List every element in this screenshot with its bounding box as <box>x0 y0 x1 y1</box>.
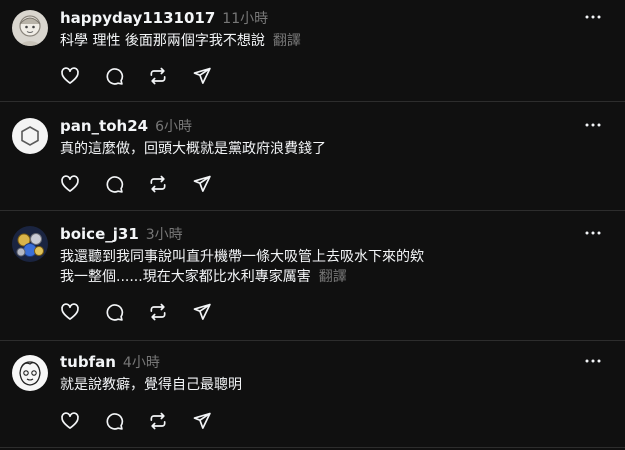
reply-button[interactable] <box>102 172 126 196</box>
avatar[interactable] <box>12 10 48 46</box>
send-icon <box>193 67 211 84</box>
comment-post: pan_toh24 6小時 真的這麼做，回頭大概就是黨政府浪費錢了 <box>0 101 625 211</box>
repost-button[interactable] <box>146 300 170 324</box>
comment-line: 我還聽到我同事說叫直升機帶一條大吸管上去吸水下來的欸 <box>60 249 424 265</box>
repost-icon <box>150 412 166 430</box>
repost-button[interactable] <box>146 172 170 196</box>
more-options-icon[interactable] <box>583 118 603 132</box>
more-options-icon[interactable] <box>583 10 603 24</box>
avatar[interactable] <box>12 118 48 154</box>
comment-bubble-icon <box>106 413 124 430</box>
repost-icon <box>150 303 166 321</box>
username-link[interactable]: happyday1131017 <box>60 9 215 27</box>
action-bar <box>58 172 234 196</box>
avatar[interactable] <box>12 226 48 262</box>
comment-post: tubfan 4小時 就是說教癖，覺得自己最聰明 <box>0 340 625 448</box>
username-link[interactable]: boice_j31 <box>60 225 139 243</box>
comment-text: 真的這麼做，回頭大概就是黨政府浪費錢了 <box>60 139 600 159</box>
more-options-icon[interactable] <box>583 226 603 240</box>
comment-line: 真的這麼做，回頭大概就是黨政府浪費錢了 <box>60 141 326 157</box>
share-button[interactable] <box>190 300 214 324</box>
send-icon <box>193 175 211 192</box>
share-button[interactable] <box>190 172 214 196</box>
sketch-face-avatar-icon <box>12 355 48 391</box>
heart-icon <box>61 175 79 192</box>
timestamp[interactable]: 4小時 <box>123 352 160 372</box>
action-bar <box>58 409 234 433</box>
comment-post: happyday1131017 11小時 科學 理性 後面那兩個字我不想說 翻譯 <box>0 0 625 102</box>
action-bar <box>58 300 234 324</box>
timestamp[interactable]: 6小時 <box>155 116 192 136</box>
avatar[interactable] <box>12 355 48 391</box>
reply-button[interactable] <box>102 300 126 324</box>
comment-text: 我還聽到我同事說叫直升機帶一條大吸管上去吸水下來的欸 我一整個......現在大… <box>60 247 600 287</box>
more-options-icon[interactable] <box>583 354 603 368</box>
comment-line: 科學 理性 後面那兩個字我不想說 <box>60 33 265 49</box>
like-button[interactable] <box>58 300 82 324</box>
comment-bubble-icon <box>106 68 124 85</box>
repost-icon <box>150 67 166 85</box>
coins-avatar-icon <box>12 226 48 262</box>
comment-bubble-icon <box>106 176 124 193</box>
heart-icon <box>61 412 79 429</box>
share-button[interactable] <box>190 64 214 88</box>
repost-button[interactable] <box>146 64 170 88</box>
reply-button[interactable] <box>102 64 126 88</box>
comment-text: 科學 理性 後面那兩個字我不想說 翻譯 <box>60 31 600 51</box>
comment-bubble-icon <box>106 304 124 321</box>
send-icon <box>193 303 211 320</box>
heart-icon <box>61 303 79 320</box>
repost-button[interactable] <box>146 409 170 433</box>
post-header: tubfan 4小時 <box>60 352 160 372</box>
comment-feed: happyday1131017 11小時 科學 理性 後面那兩個字我不想說翻譯 <box>0 0 625 450</box>
send-icon <box>193 412 211 429</box>
share-button[interactable] <box>190 409 214 433</box>
comment-text: 就是說教癖，覺得自己最聰明 <box>60 375 600 395</box>
like-button[interactable] <box>58 172 82 196</box>
illustrated-face-avatar-icon <box>12 10 48 46</box>
timestamp[interactable]: 11小時 <box>222 8 268 28</box>
default-hexagon-avatar-icon <box>12 118 48 154</box>
comment-line: 就是說教癖，覺得自己最聰明 <box>60 377 242 393</box>
like-button[interactable] <box>58 409 82 433</box>
translate-link[interactable]: 翻譯 <box>319 269 347 285</box>
heart-icon <box>61 67 79 84</box>
action-bar <box>58 64 234 88</box>
comment-post: boice_j31 3小時 我還聽到我同事說叫直升機帶一條大吸管上去吸水下來的欸… <box>0 210 625 341</box>
like-button[interactable] <box>58 64 82 88</box>
username-link[interactable]: tubfan <box>60 353 116 371</box>
post-header: boice_j31 3小時 <box>60 224 183 244</box>
username-link[interactable]: pan_toh24 <box>60 117 148 135</box>
post-header: happyday1131017 11小時 <box>60 8 268 28</box>
post-header: pan_toh24 6小時 <box>60 116 192 136</box>
translate-link[interactable]: 翻譯 <box>273 33 301 49</box>
comment-line: 我一整個......現在大家都比水利專家厲害 <box>60 269 311 285</box>
timestamp[interactable]: 3小時 <box>146 224 183 244</box>
repost-icon <box>150 175 166 193</box>
reply-button[interactable] <box>102 409 126 433</box>
